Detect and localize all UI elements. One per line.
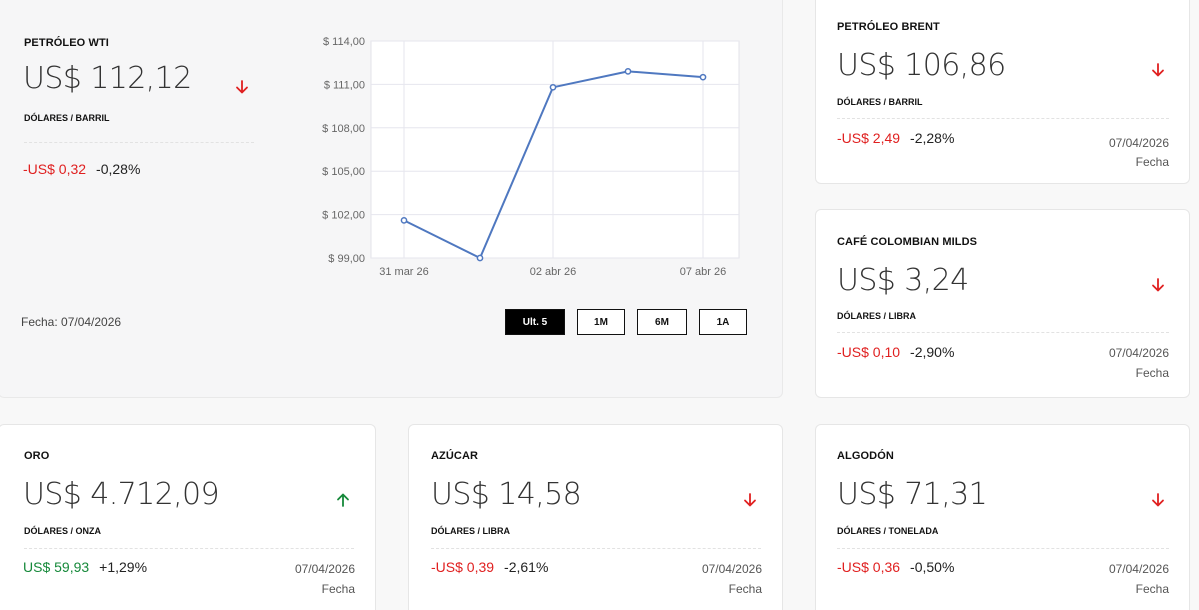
separator — [837, 548, 1169, 549]
cafe-card: CAFÉ COLOMBIAN MILDS US$ 3,24 DÓLARES / … — [815, 209, 1190, 398]
change-percent: +1,29% — [99, 559, 148, 575]
plot-area — [370, 40, 740, 259]
commodity-price: US$ 14,58 — [431, 477, 582, 512]
commodity-date: 07/04/2026 — [1108, 562, 1169, 576]
commodity-unit: DÓLARES / LIBRA — [837, 311, 917, 321]
arrow-down-icon — [744, 493, 756, 507]
change-absolute: -US$ 0,36 — [837, 559, 901, 575]
fecha-date: Fecha: 07/04/2026 — [21, 315, 122, 329]
x-tick-label: 02 abr 26 — [530, 266, 576, 278]
commodity-unit: DÓLARES / BARRIL — [24, 113, 110, 123]
y-tick-label: $ 108,00 — [322, 123, 365, 135]
y-tick-label: $ 102,00 — [322, 210, 365, 222]
change-absolute: US$ 59,93 — [23, 559, 90, 575]
arrow-down-icon — [1152, 493, 1164, 507]
separator — [431, 548, 761, 549]
date-label: Fecha — [1135, 155, 1169, 169]
date-label: Fecha — [728, 582, 762, 596]
range-button-ult5[interactable]: Ult. 5 — [505, 309, 565, 335]
azucar-card: AZÚCAR US$ 14,58 DÓLARES / LIBRA -US$ 0,… — [408, 424, 783, 610]
commodity-unit: DÓLARES / LIBRA — [431, 526, 511, 536]
date-label: Fecha — [1135, 366, 1169, 380]
wti-card: PETRÓLEO WTI US$ 112,12 DÓLARES / BARRIL… — [0, 0, 783, 398]
commodity-change: -US$ 0,10 -2,90% — [837, 344, 954, 360]
algodon-card: ALGODÓN US$ 71,31 DÓLARES / TONELADA -US… — [815, 424, 1190, 610]
y-tick-label: $ 111,00 — [324, 79, 365, 91]
data-point — [476, 254, 484, 262]
price-line-chart: $ 114,00 $ 111,00 $ 108,00 $ 105,00 $ 102,00… — [322, 36, 740, 278]
commodity-title: PETRÓLEO BRENT — [837, 21, 940, 33]
arrow-up-icon — [337, 493, 349, 507]
date-label: Fecha — [1135, 582, 1169, 596]
change-absolute: -US$ 0,10 — [837, 344, 901, 360]
arrow-down-icon — [236, 80, 248, 94]
commodity-date: 07/04/2026 — [294, 562, 355, 576]
data-point — [624, 68, 632, 75]
y-tick-label: $ 114,00 — [323, 36, 365, 48]
separator — [837, 118, 1169, 119]
separator — [24, 548, 354, 549]
commodity-price: US$ 112,12 — [23, 61, 192, 96]
commodity-price: US$ 4.712,09 — [23, 477, 220, 512]
commodity-date: 07/04/2026 — [701, 562, 762, 576]
brent-card: PETRÓLEO BRENT US$ 106,86 DÓLARES / BARR… — [815, 0, 1190, 184]
change-absolute: -US$ 2,49 — [837, 130, 901, 146]
commodity-date: 07/04/2026 — [1108, 136, 1169, 150]
arrow-down-icon — [1152, 278, 1164, 292]
separator — [24, 142, 254, 143]
commodity-change: -US$ 2,49 -2,28% — [837, 130, 954, 146]
range-button-1a[interactable]: 1A — [699, 309, 747, 335]
date-label: Fecha — [321, 582, 355, 596]
change-absolute: -US$ 0,39 — [431, 559, 495, 575]
commodity-change: -US$ 0,32 -0,28% — [23, 161, 140, 177]
commodity-change: -US$ 0,39 -2,61% — [431, 559, 548, 575]
commodity-title: ORO — [24, 450, 50, 462]
commodity-change: -US$ 0,36 -0,50% — [837, 559, 954, 575]
commodity-unit: DÓLARES / TONELADA — [837, 526, 939, 536]
commodity-price: US$ 3,24 — [837, 263, 969, 298]
commodity-title: ALGODÓN — [837, 450, 894, 462]
commodity-unit: DÓLARES / BARRIL — [837, 97, 923, 107]
change-percent: -2,28% — [910, 130, 955, 146]
y-tick-label: $ 105,00 — [322, 166, 365, 178]
change-percent: -0,28% — [96, 161, 141, 177]
x-tick-label: 07 abr 26 — [680, 266, 726, 278]
change-percent: -0,50% — [910, 559, 955, 575]
commodity-title: PETRÓLEO WTI — [24, 37, 109, 49]
separator — [837, 332, 1169, 333]
commodity-unit: DÓLARES / ONZA — [24, 526, 102, 536]
data-point — [549, 83, 557, 91]
data-point — [400, 217, 408, 224]
range-button-1m[interactable]: 1M — [577, 309, 625, 335]
oro-card: ORO US$ 4.712,09 DÓLARES / ONZA US$ 59,9… — [0, 424, 376, 610]
commodity-change: US$ 59,93 +1,29% — [23, 559, 147, 575]
change-percent: -2,90% — [910, 344, 955, 360]
x-tick-label: 31 mar 26 — [379, 266, 429, 278]
range-button-6m[interactable]: 6M — [637, 309, 687, 335]
change-absolute: -US$ 0,32 — [23, 161, 87, 177]
commodity-title: AZÚCAR — [431, 450, 479, 462]
arrow-down-icon — [1152, 63, 1164, 77]
change-percent: -2,61% — [504, 559, 549, 575]
commodity-price: US$ 71,31 — [837, 477, 988, 512]
data-point — [699, 73, 707, 81]
commodity-title: CAFÉ COLOMBIAN MILDS — [837, 236, 978, 248]
commodity-date: 07/04/2026 — [1108, 346, 1169, 360]
commodity-price: US$ 106,86 — [837, 48, 1006, 83]
y-tick-label: $ 99,00 — [328, 253, 365, 265]
